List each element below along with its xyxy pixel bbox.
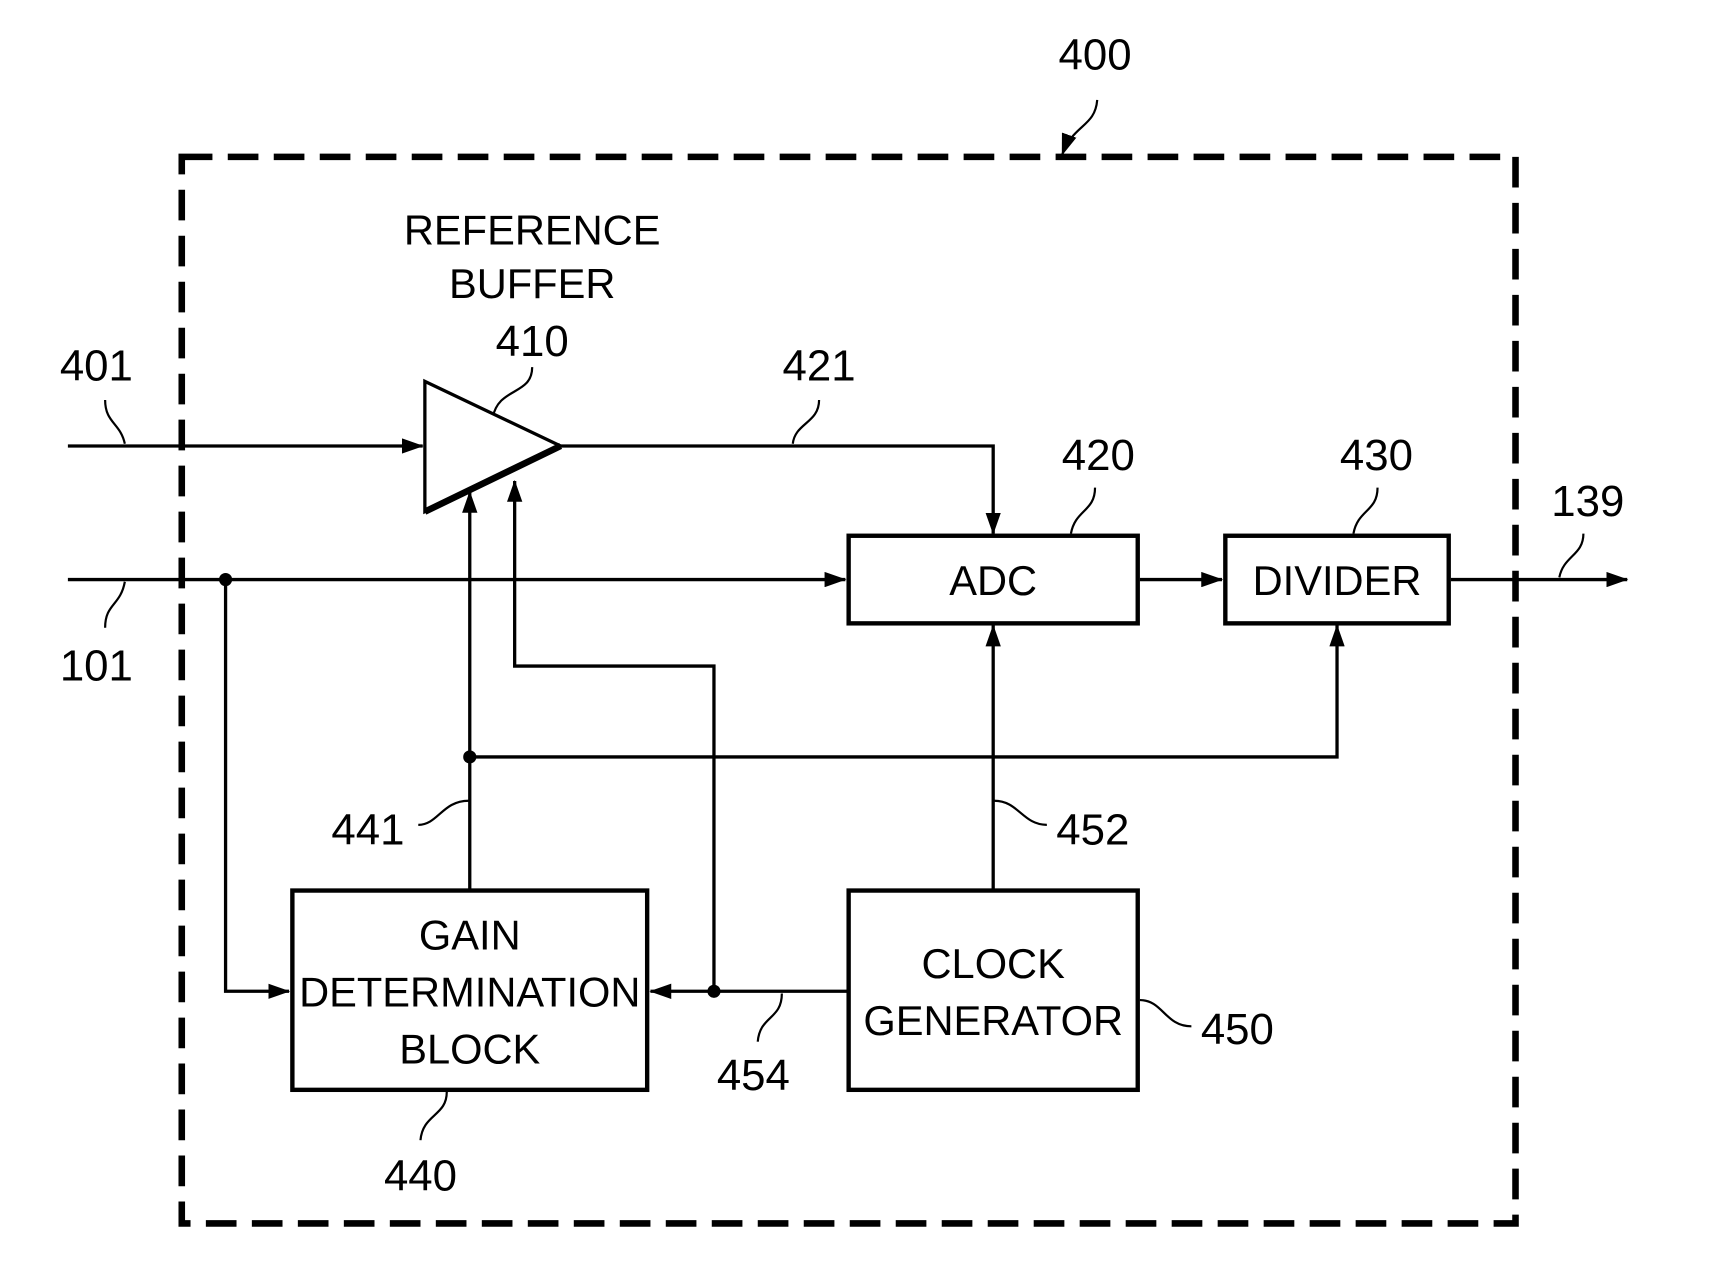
gain-block-ref-leader: [419, 1091, 448, 1141]
clock-block-line1: CLOCK: [922, 940, 1066, 987]
block-diagram: 400 REFERENCE BUFFER 410 401 101 421 ADC…: [60, 30, 1629, 1227]
input-401-label: 401: [60, 341, 133, 390]
clock-block-ref-leader: [1139, 998, 1192, 1028]
adc-ref: 420: [1062, 431, 1135, 480]
clock-generator-block: [846, 888, 1140, 1093]
divider-ref: 430: [1340, 431, 1413, 480]
wire-101-to-gain: [223, 579, 291, 999]
module-ref-label: 400: [1058, 30, 1131, 79]
gain-block-line3: BLOCK: [399, 1026, 540, 1073]
reference-buffer-title-line2: BUFFER: [449, 260, 615, 307]
signal-454-label: 454: [717, 1051, 790, 1100]
reference-buffer-ref: 410: [496, 317, 569, 366]
reference-buffer-leader: [491, 367, 534, 418]
input-101-label: 101: [60, 641, 133, 690]
wire-buffer-output-421: [560, 444, 1001, 535]
signal-441-leader: [418, 799, 469, 826]
adc-ref-leader: [1069, 487, 1097, 534]
output-139-label: 139: [1551, 477, 1624, 526]
divider-ref-leader: [1352, 487, 1379, 534]
module-ref-leader: [1061, 99, 1099, 156]
gain-block-line1: GAIN: [419, 912, 521, 959]
junction-454: [707, 984, 721, 998]
gain-block-ref: 440: [384, 1152, 457, 1201]
output-139-leader: [1558, 533, 1585, 578]
signal-454-leader: [756, 993, 783, 1042]
signal-421-label: 421: [783, 341, 856, 390]
clock-block-ref: 450: [1201, 1005, 1274, 1054]
gain-block-line2: DETERMINATION: [299, 969, 640, 1016]
reference-buffer-title-line1: REFERENCE: [404, 206, 661, 253]
reference-buffer-triangle: [423, 378, 565, 515]
wire-gain-to-divider: [469, 624, 1345, 759]
divider-label: DIVIDER: [1253, 557, 1422, 604]
signal-441-label: 441: [331, 806, 404, 855]
input-401-leader: [104, 399, 126, 445]
adc-label: ADC: [949, 557, 1037, 604]
signal-452-leader: [994, 799, 1047, 826]
signal-452-label: 452: [1056, 806, 1129, 855]
input-101-leader: [104, 581, 126, 628]
signal-421-leader: [791, 399, 821, 444]
clock-block-line2: GENERATOR: [863, 997, 1123, 1044]
